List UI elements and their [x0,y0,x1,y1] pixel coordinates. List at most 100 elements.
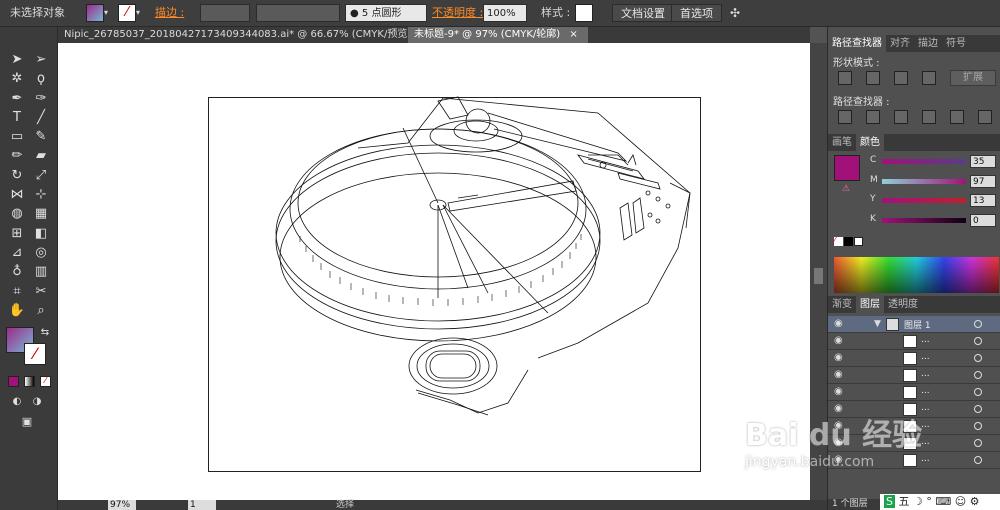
tab-symbols[interactable]: 符号 [942,35,970,52]
lasso-icon[interactable]: ϙ [32,70,50,87]
scale-tool-icon[interactable]: ⤢ [32,167,50,184]
type-tool-icon[interactable]: T [8,109,26,126]
tab-pathfinder[interactable]: 路径查找器 [828,35,886,52]
eye-icon[interactable]: ◉ [834,336,846,346]
tab-transparency[interactable]: 透明度 [884,296,922,313]
sublayer-row[interactable]: ◉... [828,333,1000,350]
zoom-tool-icon[interactable]: ⌕ [32,302,50,319]
trim-icon[interactable] [866,110,880,124]
slice-tool-icon[interactable]: ✂ [32,283,50,300]
paintbrush-icon[interactable]: ✎ [32,128,50,145]
expand-button[interactable]: 扩展 [950,70,996,86]
curvature-tool-icon[interactable]: ✑ [32,90,50,107]
fill-color-swatch[interactable] [834,155,860,181]
yellow-value[interactable]: 13 [970,194,996,207]
tab-align[interactable]: 对齐 [886,35,914,52]
direct-selection-tool-icon[interactable]: ➢ [32,51,50,68]
rectangle-tool-icon[interactable]: ▭ [8,128,26,145]
unite-icon[interactable] [838,71,852,85]
symbol-sprayer-icon[interactable]: ♁ [8,263,26,280]
sogou-icon[interactable]: S [884,495,895,508]
target-icon[interactable] [974,388,982,396]
hand-tool-icon[interactable]: ✋ [8,302,26,319]
sublayer-row[interactable]: ◉... [828,367,1000,384]
artboard-tool-icon[interactable]: ⌗ [8,283,26,300]
chevron-down-icon[interactable]: ▾ [136,4,146,22]
black-color-icon[interactable] [844,237,853,246]
sublayer-row[interactable]: ◉... [828,384,1000,401]
cyan-slider[interactable] [882,159,966,164]
black-slider[interactable] [882,218,966,223]
prefs-button[interactable]: 首选项 [671,4,722,22]
expand-triangle-icon[interactable]: ▼ [874,319,881,329]
intersect-icon[interactable] [894,71,908,85]
line-tool-icon[interactable]: ╱ [32,109,50,126]
stroke-color-box[interactable]: ⁄ [24,343,46,365]
screen-mode-icon[interactable]: ▣ [18,413,36,430]
ime-mode-icon[interactable]: 五 ☽ ° ⌨ ☺ ⚙ [898,495,979,508]
width-tool-icon[interactable]: ⋈ [8,186,26,203]
brush-dropdown[interactable]: ● 5 点圆形 [345,4,427,22]
eyedropper-icon[interactable]: ⊿ [8,244,26,261]
eraser-icon[interactable]: ▰ [32,147,50,164]
divide-icon[interactable] [838,110,852,124]
zoom-field[interactable]: 97% [108,500,136,510]
gradient-mode-icon[interactable] [24,376,35,387]
minus-front-icon[interactable] [866,71,880,85]
chevron-down-icon[interactable]: ▾ [104,4,114,22]
fill-swatch[interactable] [86,4,104,22]
opacity-label[interactable]: 不透明度 : [432,4,483,22]
variable-width-dropdown[interactable] [256,4,340,22]
close-icon[interactable]: × [569,29,577,40]
selection-tool-icon[interactable]: ➤ [8,51,26,68]
target-icon[interactable] [974,320,982,328]
none-color-icon[interactable]: ⁄ [834,237,843,246]
artboard-number-field[interactable]: 1 [188,500,216,510]
black-slider-row[interactable]: K 0 [870,214,998,228]
shape-builder-icon[interactable]: ◍ [8,205,26,222]
target-icon[interactable] [974,456,982,464]
crop-icon[interactable] [922,110,936,124]
eye-icon[interactable]: ◉ [834,353,846,363]
tab-nipic-document[interactable]: Nipic_26785037_20180427173409344083.ai* … [58,27,408,43]
merge-icon[interactable] [894,110,908,124]
sublayer-name[interactable]: ... [921,369,930,379]
cyan-slider-row[interactable]: C 35 [870,155,998,169]
tab-stroke[interactable]: 描边 [914,35,942,52]
sublayer-row[interactable]: ◉... [828,350,1000,367]
opacity-input[interactable]: 100% [483,4,527,22]
pen-tool-icon[interactable]: ✒ [8,90,26,107]
none-mode-icon[interactable]: ⁄ [40,376,51,387]
layer-row-top[interactable]: ◉ ▼ 图层 1 [828,316,1000,333]
layer-name[interactable]: 图层 1 [904,318,931,331]
target-icon[interactable] [974,439,982,447]
gradient-tool-icon[interactable]: ◧ [32,225,50,242]
tab-layers[interactable]: 图层 [856,296,884,313]
magenta-slider[interactable] [882,179,966,184]
target-icon[interactable] [974,405,982,413]
black-value[interactable]: 0 [970,214,996,227]
doc-settings-button[interactable]: 文档设置 [612,4,674,22]
out-of-gamut-icon[interactable]: ⚠ [842,184,850,194]
color-mode-icon[interactable] [8,376,19,387]
turntable-outline-artwork[interactable] [58,43,810,500]
draw-normal-icon[interactable]: ◐ [8,393,26,410]
magenta-slider-row[interactable]: M 97 [870,175,998,189]
minus-back-icon[interactable] [978,110,992,124]
arrange-documents-icon[interactable]: ✣ [730,4,746,22]
blend-tool-icon[interactable]: ◎ [32,244,50,261]
white-color-icon[interactable] [854,237,863,246]
magic-wand-icon[interactable]: ✲ [8,70,26,87]
rotate-tool-icon[interactable]: ↻ [8,167,26,184]
eye-icon[interactable]: ◉ [834,370,846,380]
graphic-style-swatch[interactable] [575,4,593,22]
color-spectrum[interactable] [834,257,999,293]
stroke-none-icon[interactable]: ⁄ [118,4,136,22]
target-icon[interactable] [974,337,982,345]
eye-icon[interactable]: ◉ [834,319,846,329]
stroke-label[interactable]: 描边 : [155,4,184,22]
ime-tray[interactable]: S 五 ☽ ° ⌨ ☺ ⚙ [880,494,1000,510]
tab-brushes[interactable]: 画笔 [828,134,856,151]
sublayer-name[interactable]: ... [921,352,930,362]
tab-gradient[interactable]: 渐变 [828,296,856,313]
